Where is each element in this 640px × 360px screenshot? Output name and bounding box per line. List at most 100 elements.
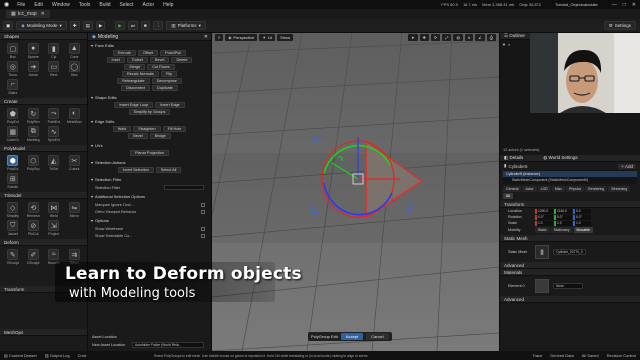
rotation-y-field[interactable]: 0.0° <box>554 214 572 220</box>
tool-subdiv[interactable]: ⊞ Subdiv <box>3 173 23 189</box>
static-mesh-picker[interactable]: Cylinder_00770_0 <box>553 249 586 255</box>
tool-weld[interactable]: ⋈ Weld <box>44 202 64 218</box>
location-z-field[interactable]: 0.0 <box>573 208 591 214</box>
decompose-button[interactable]: Decompose <box>151 78 182 84</box>
close-icon[interactable]: ✕ <box>632 2 636 8</box>
shape-edits-header[interactable]: ▾ Shape Edits <box>91 95 208 100</box>
tool-project[interactable]: ⇲ Project <box>44 220 64 236</box>
options-header[interactable]: ▾ Options <box>91 218 208 223</box>
advanced-toggle-2[interactable]: Advanced <box>500 296 640 303</box>
polymodel-header[interactable]: PolyModel <box>0 145 87 152</box>
play-button[interactable]: ▶ <box>115 21 125 30</box>
category-tab-lod[interactable]: LOD <box>537 186 551 192</box>
settings-button[interactable]: ⚙ Settings <box>603 21 636 30</box>
category-tab-streaming[interactable]: Streaming <box>608 186 631 192</box>
viewport-menu-button[interactable]: ≡ <box>215 34 224 41</box>
tool-torus[interactable]: ◎ Torus <box>3 61 23 77</box>
actor-name-field[interactable]: Cylinder5 <box>508 164 527 169</box>
accept-button[interactable]: Accept <box>340 333 364 340</box>
tool-polygrp[interactable]: ⬡ PolyGrp <box>24 155 44 171</box>
blueprint-button[interactable]: ▤ <box>82 21 93 30</box>
mode-selector[interactable]: ◆ Modeling Mode ▾ <box>16 21 67 30</box>
add-button[interactable]: ✚ <box>69 21 80 30</box>
menu-actor[interactable]: Actor <box>142 2 154 8</box>
inset-button[interactable]: Inset <box>106 57 125 63</box>
materials-section-header[interactable]: Materials <box>500 269 640 276</box>
tool-trisel[interactable]: ◭ TriSel <box>44 155 64 171</box>
tool-vsculpt[interactable]: ✎ VSculpt <box>3 249 23 265</box>
asset-folder-select[interactable]: Autofolder Folder (World Rela... <box>132 342 204 348</box>
bridge-button[interactable]: Bridge <box>149 133 171 139</box>
tool-cubegr[interactable]: ▦ CubeGr <box>3 126 23 142</box>
menu-select[interactable]: Select <box>120 2 134 8</box>
insert-edge-loop-button[interactable]: Insert Edge Loop <box>114 102 154 108</box>
world-settings-tab[interactable]: ◍ World Settings <box>543 155 577 161</box>
category-tab-general[interactable]: General <box>503 186 522 192</box>
tool-mirror[interactable]: ⇋ Mirror <box>65 202 85 218</box>
mobility-movable[interactable]: Movable <box>573 227 593 233</box>
tool-simplify[interactable]: ◇ Simplify <box>3 202 23 218</box>
duplicate-button[interactable]: Duplicate <box>151 85 178 91</box>
tool-sphere[interactable]: ● Sphere <box>24 43 44 59</box>
outliner-tab[interactable]: ☰ Outliner <box>504 33 525 39</box>
tool-arrow[interactable]: ➜ Arrow <box>24 61 44 77</box>
tool-polyed[interactable]: ⬢ PolyEd <box>3 155 23 171</box>
perspective-button[interactable]: ◈ Perspective <box>225 34 258 41</box>
tool-disc[interactable]: ◯ Disc <box>65 61 85 77</box>
cancel-button[interactable]: Cancel <box>366 333 389 340</box>
filter-icon[interactable]: ▼ <box>502 42 506 47</box>
outset-button[interactable]: Outset <box>126 57 148 63</box>
category-tab-all[interactable]: All <box>503 193 513 199</box>
save-button[interactable]: ▣ <box>3 21 14 30</box>
deform-header[interactable]: Deform <box>0 239 87 246</box>
play-options-button[interactable]: ⋮ <box>152 21 164 30</box>
insert-edge-button[interactable]: Insert Edge <box>155 102 185 108</box>
derived-data-button[interactable]: Derived Data <box>550 353 573 358</box>
select-all-button[interactable]: Select All <box>155 167 182 173</box>
tool-remesh[interactable]: ⟲ Remesh <box>24 202 44 218</box>
mobility-static[interactable]: Static <box>535 227 550 233</box>
camera-speed-button[interactable]: ⎙ <box>486 34 496 41</box>
tool-plncut[interactable]: ⊘ PlnCut <box>24 220 44 236</box>
shapes-header[interactable]: Shapes <box>0 33 87 40</box>
platforms-button[interactable]: ▥ Platforms ▾ <box>166 21 206 30</box>
all-saved-indicator[interactable]: All Saved <box>582 353 599 358</box>
category-tab-physics[interactable]: Physics <box>566 186 585 192</box>
invert-selection-button[interactable]: Invert Selection <box>117 167 154 173</box>
static-mesh-section-header[interactable]: Static Mesh <box>500 235 640 242</box>
category-tab-actor[interactable]: Actor <box>522 186 537 192</box>
rotate-mode-button[interactable]: ⟳ <box>430 34 441 41</box>
simplify-by-groups-button[interactable]: Simplify by Groups <box>128 109 171 115</box>
cut-faces-button[interactable]: Cut Faces <box>147 64 175 70</box>
tool-rect[interactable]: ▭ Rect <box>44 61 64 77</box>
location-y-field[interactable]: 1140.0 <box>554 208 572 214</box>
scale-mode-button[interactable]: ⤢ <box>442 34 452 41</box>
bevel-button[interactable]: Bevel <box>149 57 170 63</box>
selection-actions-header[interactable]: ▾ Selection Actions <box>91 160 208 165</box>
viewport-scene[interactable] <box>212 33 499 351</box>
edge-edits-header[interactable]: ▾ Edge Edits <box>91 119 208 124</box>
rotation-z-field[interactable]: 0.0° <box>573 214 591 220</box>
scale-x-field[interactable]: 1.0 <box>535 220 553 226</box>
level-viewport[interactable]: ≡ ◈ Perspective ☀ Lit Show ➤ ✥ ⟳ ⤢ ◍ # ∠ ⎙… <box>212 33 499 351</box>
scale-y-field[interactable]: 1.0 <box>554 220 572 226</box>
tool-splnext[interactable]: ∿ SplnExt <box>44 126 64 142</box>
advanced-toggle[interactable]: Advanced <box>500 262 640 269</box>
extrude-button[interactable]: Extrude <box>112 50 136 56</box>
tab-close-icon[interactable]: ✕ <box>204 34 208 40</box>
disconnect-button[interactable]: Disconnect <box>121 85 150 91</box>
face-edits-header[interactable]: ▾ Face Edits <box>91 43 208 48</box>
step-button[interactable]: ⏭ <box>127 21 138 30</box>
tool-polyrev[interactable]: ↻ PolyRev <box>24 108 44 124</box>
category-tab-rendering[interactable]: Rendering <box>585 186 608 192</box>
tool-cutout[interactable]: ✂ Cutout <box>65 155 85 171</box>
flip-button[interactable]: Flip <box>160 71 177 77</box>
tool-cylinder[interactable]: ▮ Cyl <box>44 43 64 59</box>
outliner-search-icon[interactable]: ⌕ <box>508 42 510 47</box>
move-mode-button[interactable]: ✥ <box>419 34 429 41</box>
trace-button[interactable]: Trace <box>532 353 542 358</box>
push-pull-button[interactable]: Push/Pull <box>160 50 187 56</box>
marquee-ignore-checkbox[interactable] <box>201 202 205 207</box>
tool-box[interactable]: ▢ Box <box>3 43 23 59</box>
offset-button[interactable]: Offset <box>137 50 159 56</box>
